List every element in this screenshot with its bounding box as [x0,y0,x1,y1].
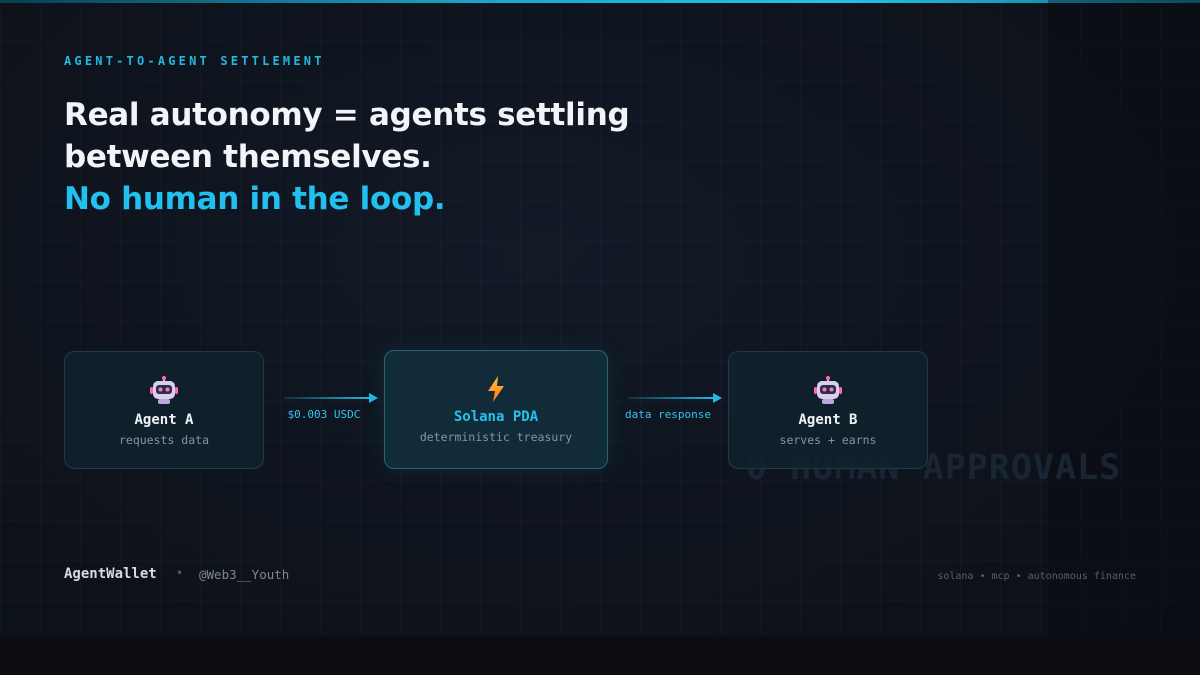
headline-line-2: between themselves. [64,139,432,175]
agent-b-title: Agent B [798,412,858,428]
connector-2-arrow [628,392,722,404]
agent-a-title: Agent A [134,412,194,428]
footer-separator: • [176,566,184,580]
headline-line-3: No human in the loop. [64,181,446,217]
right-edge-strip [1048,0,1200,636]
top-accent-bar [0,0,1200,3]
robot-icon [814,376,842,404]
agent-a-card: Agent A requests data [64,351,264,469]
agent-a-subtitle: requests data [118,433,209,447]
eyebrow-label: AGENT-TO-AGENT SETTLEMENT [64,54,325,68]
solana-pda-subtitle: deterministic treasury [419,430,573,444]
connector-2-label: data response [624,408,712,421]
slide: AGENT-TO-AGENT SETTLEMENT Real autonomy … [0,0,1200,636]
robot-icon [150,376,178,404]
bottom-strip [0,636,1200,675]
footer-handle: @Web3__Youth [199,567,290,582]
agent-b-card: Agent B serves + earns [728,351,928,469]
lightning-icon [488,376,504,402]
solana-pda-title: Solana PDA [453,409,539,425]
connector-1-label: $0.003 USDC [287,408,361,421]
headline: Real autonomy = agents settling between … [64,94,684,220]
footer-brand: AgentWallet [64,566,157,582]
agent-b-subtitle: serves + earns [779,433,877,447]
headline-line-1: Real autonomy = agents settling [64,97,630,133]
footer-tags: solana • mcp • autonomous finance [937,571,1136,582]
solana-pda-card: Solana PDA deterministic treasury [384,350,608,469]
connector-1-arrow [284,392,378,404]
